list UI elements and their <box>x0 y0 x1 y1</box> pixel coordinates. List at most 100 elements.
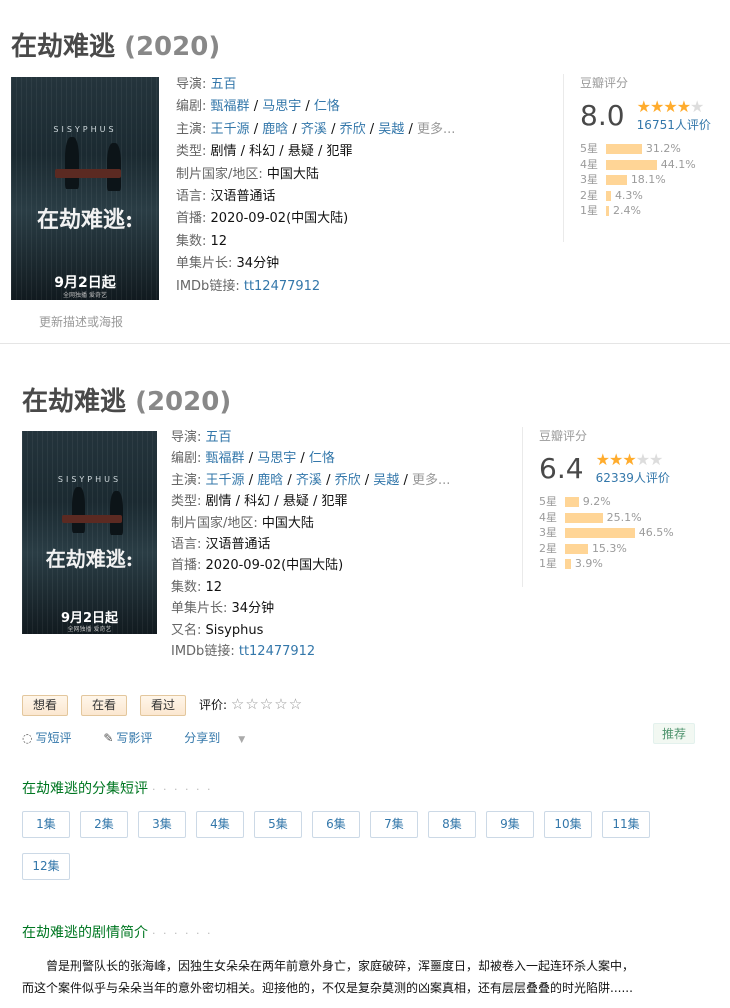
rate-star-icon[interactable]: ☆ <box>245 695 259 713</box>
rating-votes-link[interactable]: 62339人评价 <box>596 469 670 486</box>
writer-label: 编剧: <box>171 451 202 467</box>
genre-row: 类型: 剧情 / 科幻 / 悬疑 / 犯罪 <box>171 491 450 512</box>
rating-bar-label: 2星 <box>539 541 557 555</box>
imdb-link[interactable]: tt12477912 <box>244 279 320 294</box>
rate-star-icon[interactable]: ☆ <box>274 695 288 713</box>
info-block-1: 导演: 五百 编剧: 甄福群 / 马思宇 / 仁恪 主演: 王千源 / 鹿晗 /… <box>176 74 455 298</box>
episode-button[interactable]: 10集 <box>544 811 592 838</box>
rate-star-icon[interactable]: ☆ <box>231 695 245 713</box>
watched-button[interactable]: 看过 <box>140 695 187 716</box>
poster-table <box>62 515 122 523</box>
my-rating-label: 评价: <box>199 698 228 712</box>
my-rating: 评价: ☆☆☆☆☆ <box>199 695 303 713</box>
episode-button[interactable]: 12集 <box>22 853 70 880</box>
rating-label: 豆瓣评分 <box>539 429 588 443</box>
poster-image[interactable]: SISYPHUS 在劫难逃: 9月2日起 全网独播 爱奇艺 <box>11 77 159 300</box>
cast-link[interactable]: 齐溪 <box>296 473 322 488</box>
rating-bar-label: 4星 <box>539 510 557 524</box>
writer-link[interactable]: 仁恪 <box>309 451 335 466</box>
episode-button[interactable]: 2集 <box>80 811 128 838</box>
cast-link[interactable]: 吴越 <box>378 122 404 137</box>
rate-star-icon[interactable]: ☆ <box>289 695 303 713</box>
write-short-review-link[interactable]: ◌ 写短评 <box>22 731 86 745</box>
director-label: 导演: <box>176 77 207 92</box>
episode-button[interactable]: 11集 <box>602 811 650 838</box>
rating-bar-row: 2星 15.3% <box>539 541 692 557</box>
poster-image-2[interactable]: SISYPHUS 在劫难逃: 9月2日起 全网独播 爱奇艺 <box>22 431 157 634</box>
rating-bar-percent: 2.4% <box>613 204 641 217</box>
share-link[interactable]: 分享到 ▼ <box>184 731 259 745</box>
premiere-row: 首播: 2020-09-02(中国大陆) <box>176 208 455 230</box>
cast-row: 主演: 王千源 / 鹿晗 / 齐溪 / 乔欣 / 吴越 / 更多... <box>171 472 451 488</box>
director-row: 导演: 五百 <box>176 74 455 96</box>
cast-link[interactable]: 鹿晗 <box>257 473 283 488</box>
episode-button[interactable]: 7集 <box>370 811 418 838</box>
cast-more-link[interactable]: 更多... <box>412 473 450 488</box>
want-to-watch-button[interactable]: 想看 <box>22 695 69 716</box>
director-link[interactable]: 五百 <box>211 77 237 92</box>
country-label: 制片国家/地区: <box>171 515 258 531</box>
poster-texture <box>11 77 159 300</box>
writer-link[interactable]: 仁恪 <box>314 99 340 114</box>
episode-button[interactable]: 8集 <box>428 811 476 838</box>
rating-bar-label: 1星 <box>580 204 598 217</box>
country-row: 制片国家/地区: 中国大陆 <box>176 164 455 186</box>
episode-button[interactable]: 9集 <box>486 811 534 838</box>
poster-brand: SISYPHUS <box>57 475 122 484</box>
episode-button[interactable]: 1集 <box>22 811 70 838</box>
writer-link[interactable]: 马思宇 <box>257 451 296 466</box>
cast-link[interactable]: 乔欣 <box>335 473 361 488</box>
update-description-link[interactable]: 更新描述或海报 <box>39 313 123 330</box>
rating-bar-percent: 44.1% <box>660 157 696 171</box>
director-link[interactable]: 五百 <box>206 430 232 445</box>
rating-bar-row: 4星 44.1% <box>580 157 723 173</box>
page-title: 在劫难逃 (2020) <box>11 26 220 63</box>
writer-row: 编剧: 甄福群 / 马思宇 / 仁恪 <box>171 451 335 467</box>
episode-button[interactable]: 5集 <box>254 811 302 838</box>
rating-bar <box>565 512 603 523</box>
episodes-label: 集数: <box>176 233 207 249</box>
rating-bar <box>606 206 609 216</box>
rating-bar-percent: 4.3% <box>614 188 643 202</box>
cast-link[interactable]: 乔欣 <box>340 122 366 137</box>
star-icon: ★ <box>649 450 663 469</box>
writer-link[interactable]: 甄福群 <box>206 451 245 466</box>
aka-row: 又名: Sisyphus <box>171 620 450 641</box>
recommend-button[interactable]: 推荐 <box>653 723 696 744</box>
episode-button[interactable]: 6集 <box>312 811 360 838</box>
rating-score-row: 8.0 ★★★★★ 16751人评价 <box>580 97 723 133</box>
runtime-value: 34分钟 <box>231 601 275 617</box>
imdb-link[interactable]: tt12477912 <box>239 644 315 659</box>
caret-down-icon: ▼ <box>238 735 246 745</box>
rating-score: 8.0 <box>580 98 625 132</box>
rating-stars: ★★★★★ 16751人评价 <box>637 97 711 133</box>
rating-bar-label: 4星 <box>580 157 598 171</box>
cast-more-link[interactable]: 更多... <box>417 122 455 137</box>
cast-link[interactable]: 王千源 <box>206 473 245 488</box>
cast-link[interactable]: 王千源 <box>211 122 250 137</box>
aka-value: Sisyphus <box>205 622 264 638</box>
genre-row: 类型: 剧情 / 科幻 / 悬疑 / 犯罪 <box>176 141 455 163</box>
writer-link[interactable]: 甄福群 <box>211 99 250 114</box>
episode-button[interactable]: 3集 <box>138 811 186 838</box>
watching-button[interactable]: 在看 <box>81 695 128 716</box>
review-text: 写影评 <box>116 731 153 745</box>
cast-link[interactable]: 鹿晗 <box>262 122 288 137</box>
cast-link[interactable]: 吴越 <box>373 473 399 488</box>
rating-bar <box>606 159 657 170</box>
premiere-label: 首播: <box>176 211 207 227</box>
cast-link[interactable]: 齐溪 <box>301 122 327 137</box>
imdb-row: IMDb链接: tt12477912 <box>176 276 455 298</box>
writer-link[interactable]: 马思宇 <box>262 99 301 114</box>
country-label: 制片国家/地区: <box>176 166 263 182</box>
write-review-link[interactable]: ✎ 写影评 <box>103 731 166 745</box>
premiere-label: 首播: <box>171 558 202 574</box>
country-value: 中国大陆 <box>266 166 319 182</box>
star-icon: ★ <box>636 97 651 116</box>
episode-button[interactable]: 4集 <box>196 811 244 838</box>
rating-bars: 5星 9.2% 4星 25.1% 3星 46.5% 2星 15.3% 1星 3.9% <box>539 494 692 572</box>
rate-star-icon[interactable]: ☆ <box>260 695 274 713</box>
page-title-2: 在劫难逃 (2020) <box>22 381 231 418</box>
poster-small-text: 全网独播 爱奇艺 <box>67 626 112 633</box>
rating-votes-link[interactable]: 16751人评价 <box>637 116 711 133</box>
